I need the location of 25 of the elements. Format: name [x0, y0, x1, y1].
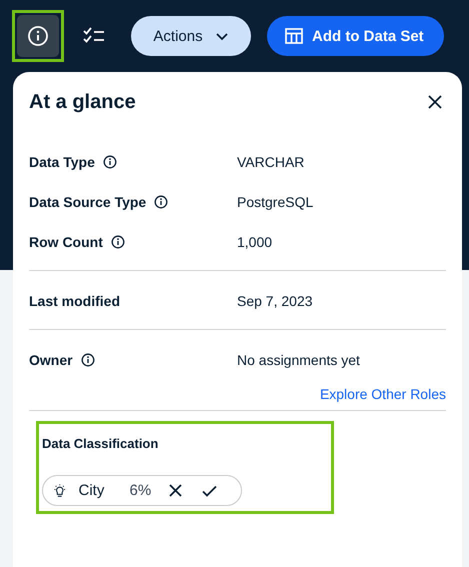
confidence-value: 6%: [130, 482, 152, 499]
field-value: 1,000: [237, 234, 272, 250]
field-label: Owner: [29, 352, 73, 368]
info-icon[interactable]: [154, 195, 168, 209]
info-icon[interactable]: [110, 235, 125, 249]
field-value: Sep 7, 2023: [237, 293, 313, 309]
field-value: VARCHAR: [237, 154, 304, 170]
field-label: Row Count: [29, 234, 103, 250]
info-icon[interactable]: [80, 353, 95, 367]
lightbulb-icon: [53, 483, 66, 498]
field-label: Last modified: [29, 293, 120, 309]
suggestion-label: City: [78, 482, 106, 499]
section-title: Data Classification: [42, 436, 160, 451]
panel-title: At a glance: [29, 90, 136, 114]
field-label: Data Type: [29, 154, 95, 170]
field-value: PostgreSQL: [237, 194, 314, 210]
field-value: No assignments yet: [237, 352, 360, 368]
chevron-down-icon: [214, 32, 229, 40]
explore-roles-link[interactable]: Explore Other Roles: [320, 386, 446, 402]
add-to-data-set-button[interactable]: Add to Data Set: [267, 16, 444, 56]
field-label: Data Source Type: [29, 194, 146, 210]
info-icon[interactable]: [102, 155, 117, 169]
table-icon: [285, 28, 303, 44]
info-icon: [27, 25, 49, 47]
actions-button[interactable]: Actions: [131, 16, 251, 56]
